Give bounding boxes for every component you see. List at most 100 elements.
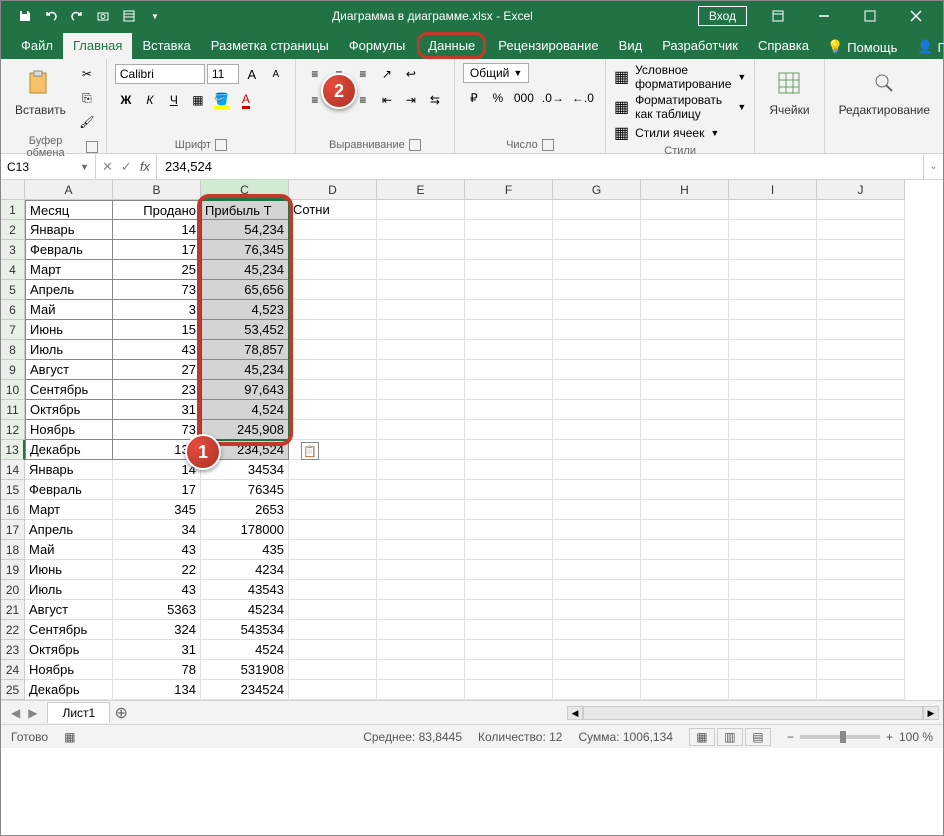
cell[interactable] [729,500,817,520]
cell[interactable] [289,480,377,500]
cell[interactable] [729,540,817,560]
cell[interactable] [817,300,905,320]
cell[interactable] [377,440,465,460]
cell[interactable] [641,320,729,340]
wrap-text-icon[interactable]: ↩ [400,63,422,85]
cell[interactable] [465,280,553,300]
column-header[interactable]: A [25,180,113,200]
cell[interactable] [817,280,905,300]
row-header[interactable]: 16 [1,500,25,520]
cancel-formula-icon[interactable]: ✕ [102,159,113,175]
cell[interactable] [465,300,553,320]
cell[interactable] [817,660,905,680]
cell[interactable] [553,460,641,480]
cell[interactable] [289,460,377,480]
cell[interactable] [377,500,465,520]
cell[interactable] [729,580,817,600]
cell[interactable]: 4,524 [201,400,289,420]
cell[interactable] [289,580,377,600]
cell[interactable] [465,660,553,680]
cell[interactable] [553,320,641,340]
cell[interactable] [465,380,553,400]
clipboard-launcher[interactable] [86,141,98,153]
cell[interactable] [289,620,377,640]
format-painter-icon[interactable]: 🖌 [76,111,98,133]
cell[interactable]: Июнь [25,560,113,580]
form-icon[interactable] [117,4,141,28]
cell[interactable] [641,300,729,320]
cell[interactable]: 14 [113,220,201,240]
row-header[interactable]: 14 [1,460,25,480]
cell[interactable] [641,620,729,640]
row-header[interactable]: 22 [1,620,25,640]
cell[interactable] [289,260,377,280]
cell[interactable] [641,200,729,220]
row-header[interactable]: 25 [1,680,25,700]
comma-icon[interactable]: 000 [511,87,537,109]
zoom-in-icon[interactable]: + [886,730,893,744]
cell[interactable] [817,500,905,520]
cell[interactable]: Октябрь [25,400,113,420]
cell[interactable] [553,380,641,400]
column-header[interactable]: C [201,180,289,200]
format-as-table-button[interactable]: ▦Форматировать как таблицу▼ [614,93,746,121]
row-header[interactable]: 2 [1,220,25,240]
cell[interactable]: 76,345 [201,240,289,260]
cell[interactable]: 324 [113,620,201,640]
cell[interactable] [729,460,817,480]
cell[interactable]: 43 [113,340,201,360]
cell[interactable] [729,260,817,280]
cell[interactable] [729,480,817,500]
cell[interactable] [817,200,905,220]
cell[interactable] [377,320,465,340]
cell[interactable] [817,640,905,660]
horizontal-scrollbar[interactable]: ◀▶ [132,706,943,720]
cells-button[interactable]: Ячейки [763,63,815,121]
copy-icon[interactable]: ⎘ [76,87,98,109]
cell[interactable] [641,460,729,480]
camera-icon[interactable] [91,4,115,28]
conditional-format-button[interactable]: ▦Условное форматирование▼ [614,63,746,91]
cell[interactable]: 45,234 [201,360,289,380]
cell[interactable] [377,560,465,580]
cell[interactable] [289,240,377,260]
row-header[interactable]: 12 [1,420,25,440]
cell[interactable] [641,360,729,380]
cell[interactable]: Декабрь [25,440,113,460]
cell[interactable] [553,360,641,380]
cell[interactable] [289,420,377,440]
cell[interactable] [465,580,553,600]
cell[interactable] [817,380,905,400]
fill-color-icon[interactable]: 🪣 [211,89,233,111]
increase-decimal-icon[interactable]: .0→ [539,87,567,109]
cell[interactable] [377,600,465,620]
name-box[interactable]: C13▼ [1,154,96,179]
cell[interactable] [817,680,905,700]
add-sheet-button[interactable]: ⊕ [110,702,132,724]
underline-button[interactable]: Ч [163,89,185,111]
tab-insert[interactable]: Вставка [132,33,200,59]
cell[interactable] [289,600,377,620]
cell[interactable] [641,260,729,280]
row-header[interactable]: 20 [1,580,25,600]
cell[interactable] [641,400,729,420]
zoom-control[interactable]: − + 100 % [787,730,933,744]
cell[interactable]: Август [25,360,113,380]
column-header[interactable]: G [553,180,641,200]
cell[interactable] [817,340,905,360]
view-page-break-icon[interactable]: ▤ [745,728,771,746]
cell[interactable]: 27 [113,360,201,380]
sheet-tab[interactable]: Лист1 [47,702,110,723]
cell[interactable] [465,680,553,700]
cell[interactable] [729,380,817,400]
cell[interactable] [641,340,729,360]
cell[interactable] [641,640,729,660]
cell[interactable] [729,240,817,260]
cell[interactable]: Сотни [289,200,377,220]
row-header[interactable]: 13 [1,440,25,460]
cell[interactable] [377,280,465,300]
row-header[interactable]: 1 [1,200,25,220]
percent-icon[interactable]: % [487,87,509,109]
cell[interactable]: Март [25,260,113,280]
font-color-icon[interactable]: A [235,89,257,111]
